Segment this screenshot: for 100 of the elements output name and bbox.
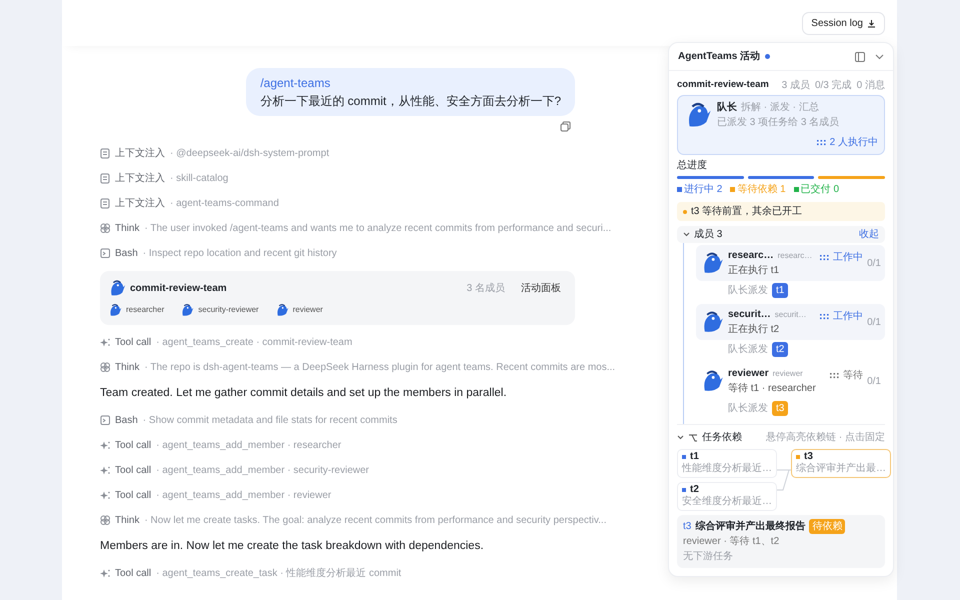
team-name: commit-review-team [677, 78, 769, 92]
sparkle-icon [100, 568, 111, 579]
notice-text: t3 等待前置，其余已开工 [691, 204, 802, 219]
activity-panel-link[interactable]: 活动面板 [521, 280, 561, 296]
step-label: Tool call [115, 336, 152, 350]
terminal-icon [100, 415, 111, 426]
sparkle-icon [100, 490, 111, 501]
dependencies-hint: 悬停高亮依赖链 · 点击固定 [766, 430, 885, 445]
member-role: securit… [774, 308, 806, 320]
legend-label: 进行中 2 [684, 182, 722, 197]
mascot-icon [108, 279, 126, 297]
member-name: researc… [728, 249, 774, 263]
sparkle-icon [100, 440, 111, 451]
step-detail: · agent_teams_add_member · reviewer [156, 489, 332, 503]
dots-icon [820, 314, 830, 320]
dots-icon [820, 254, 830, 260]
document-icon [100, 198, 111, 209]
step-detail: · agent_teams_add_member · security-reviewer [156, 464, 370, 478]
team-stat: 0 消息 [856, 78, 885, 92]
task-count: 0/1 [867, 256, 881, 270]
member-count: 3 名成员 [466, 282, 505, 296]
step-detail: · Now let me create tasks. The goal: analyze recent commits from performance and security perspectiv... [144, 514, 606, 528]
member-status: 工作中 [833, 250, 864, 265]
chevron-down-icon[interactable] [677, 434, 684, 441]
legend-label: 等待依赖 1 [737, 182, 786, 197]
legend-label: 已交付 0 [800, 182, 840, 197]
chevron-down-icon[interactable] [875, 54, 884, 60]
task-tag: t1 [772, 283, 788, 298]
member-activity: 等待 t1 · researcher [728, 382, 817, 396]
step-label: Think [115, 222, 140, 236]
branch-icon [688, 432, 698, 442]
task-description: 安全维度分析最近… [682, 496, 772, 508]
member-status: 工作中 [833, 310, 864, 324]
task-node[interactable]: t1 性能维度分析最近… [677, 449, 777, 478]
notice-dot [683, 210, 687, 214]
chevron-down-icon[interactable] [683, 231, 690, 238]
step-detail: · Show commit metadata and file stats for recent commits [142, 414, 398, 428]
task-description: 综合评审并产出最… [796, 463, 886, 475]
waiting-badge: 待依赖 [809, 519, 846, 534]
member-name: reviewer [728, 367, 769, 381]
step-label: Tool call [115, 464, 152, 478]
step-label: 上下文注入 [115, 172, 165, 186]
member-name: researcher [126, 304, 164, 316]
session-log-button[interactable]: Session log [802, 12, 885, 34]
progress-label: 总进度 [677, 158, 708, 173]
copy-icon[interactable] [560, 121, 571, 132]
step-detail: · @deepseek-ai/dsh-system-prompt [170, 147, 330, 161]
sparkle-icon [100, 465, 111, 476]
step-detail: · The repo is dsh-agent-teams — a DeepSeek Harness plugin for agent teams. Recent commits are mos... [144, 361, 616, 375]
lead-subtitle: 拆解 · 派发 · 汇总 [741, 100, 819, 115]
member-activity: 正在执行 t1 [728, 264, 780, 278]
task-node[interactable]: t2 安全维度分析最近… [677, 482, 777, 511]
step-label: Bash [115, 247, 138, 261]
members-title: 成员 3 [694, 228, 722, 242]
member-role: reviewer [772, 368, 803, 380]
step-detail: · Inspect repo location and recent git history [142, 247, 337, 261]
task-node[interactable]: t3 综合评审并产出最… [791, 449, 891, 478]
dependencies-title: 任务依赖 [702, 430, 742, 445]
member-activity: 正在执行 t2 [728, 322, 780, 337]
step-detail: · skill-catalog [170, 172, 228, 186]
step-label: Think [115, 514, 140, 528]
collapse-link[interactable]: 收起 [859, 227, 879, 242]
task-tag: t2 [772, 342, 788, 357]
member-name: security-reviewer [198, 304, 259, 316]
task-count: 0/1 [867, 374, 881, 388]
step-label: Think [115, 361, 140, 375]
step-detail: · The user invoked /agent-teams and wants me to analyze recent commits from performance and securi... [144, 222, 612, 236]
task-count: 0/1 [867, 316, 881, 330]
team-stat: 3 成员 [782, 78, 810, 92]
sparkle-icon [100, 337, 111, 348]
document-icon [100, 148, 111, 159]
step-label: Tool call [115, 567, 152, 581]
lead-summary: 已派发 3 项任务给 3 名成员 [717, 116, 840, 130]
step-label: 上下文注入 [115, 196, 165, 211]
task-id: t1 [690, 451, 699, 462]
assigned-by: 队长派发 [728, 342, 768, 357]
step-label: Tool call [115, 439, 152, 453]
task-id: t3 [683, 520, 692, 534]
member-status: 等待 [843, 368, 864, 383]
assistant-message: Members are in. Now let me create the task breakdown with dependencies. [100, 539, 485, 554]
downstream-text: 无下游任务 [683, 550, 734, 564]
mascot-icon [180, 303, 194, 317]
member-name: reviewer [292, 304, 323, 316]
document-icon [100, 173, 111, 184]
panel-title: AgentTeams 活动 [678, 50, 760, 64]
task-title: 综合评审并产出最终报告 [695, 519, 806, 534]
sidebar-icon[interactable] [855, 52, 865, 62]
step-detail: · agent_teams_add_member · researcher [156, 439, 342, 453]
dots-icon [830, 372, 840, 378]
live-dot [765, 54, 770, 59]
lead-status: 2 人执行中 [830, 136, 878, 150]
task-meta: reviewer · 等待 t1、t2 [683, 534, 780, 549]
step-label: Tool call [115, 489, 152, 503]
member-name: securit… [728, 308, 771, 322]
message-text: 分析一下最近的 commit，从性能、安全方面去分析一下? [260, 94, 561, 108]
assistant-message: Team created. Let me gather commit details and set up the members in parallel. [100, 386, 508, 402]
step-detail: · agent_teams_create · commit-review-team [156, 336, 352, 350]
terminal-icon [100, 248, 111, 259]
assigned-by: 队长派发 [728, 284, 768, 298]
task-tag: t3 [772, 401, 788, 416]
